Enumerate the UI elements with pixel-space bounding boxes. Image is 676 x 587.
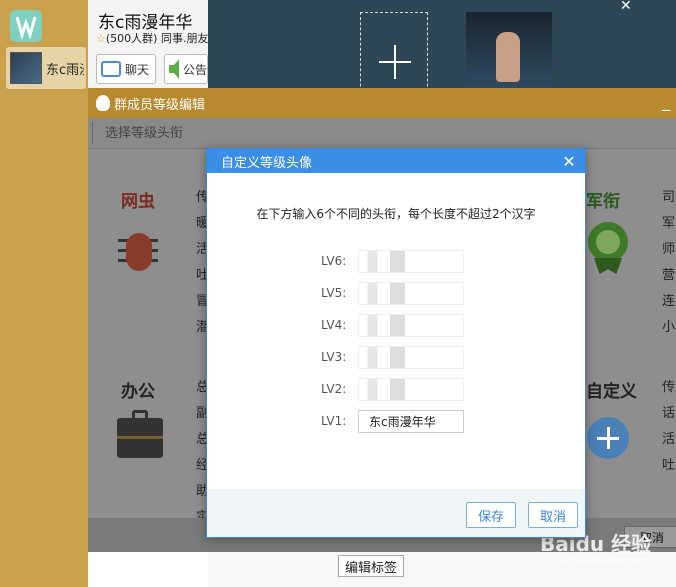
category-list-junxian: 司军师营连小 (662, 190, 676, 335)
close-icon[interactable]: ✕ (559, 151, 579, 171)
avatar (10, 52, 42, 84)
group-banner (208, 0, 676, 90)
level-label: LV4: (321, 318, 347, 332)
watermark-url: jingyan.baidu.com (555, 556, 648, 567)
category-title-wangchong[interactable]: 网虫 (121, 187, 155, 212)
qq-penguin-icon (96, 95, 110, 111)
announcement-button[interactable]: 公告 (164, 54, 208, 84)
level-row-lv4: LV4: (321, 313, 481, 337)
medal-icon (586, 222, 630, 274)
level-label: LV3: (321, 350, 347, 364)
minimize-icon[interactable]: _ (662, 92, 670, 111)
level-label: LV1: (321, 414, 347, 428)
close-icon[interactable]: ✕ (620, 0, 640, 14)
level-row-lv1: LV1: (321, 409, 481, 433)
category-title-bangong[interactable]: 办公 (121, 377, 155, 402)
level-row-lv2: LV2: (321, 377, 481, 401)
custom-level-dialog: 自定义等级头像 ✕ 在下方输入6个不同的头衔，每个长度不超过2个汉字 LV6: … (206, 148, 586, 538)
editor-title: 群成员等级编辑 (114, 97, 206, 113)
level-input-lv1[interactable] (358, 409, 464, 433)
level-input-lv6[interactable] (358, 249, 464, 273)
editor-subtitle: 选择等级头衔 (92, 122, 183, 144)
editor-titlebar: 群成员等级编辑 _ (88, 88, 676, 118)
briefcase-icon (117, 410, 163, 458)
cancel-button[interactable]: 取消 (528, 502, 578, 528)
dialog-titlebar: 自定义等级头像 ✕ (207, 149, 585, 173)
level-input-lv2[interactable] (358, 377, 464, 401)
level-input-lv5[interactable] (358, 281, 464, 305)
bottom-left-panel (88, 552, 208, 587)
level-label: LV6: (321, 254, 347, 268)
app-logo-icon[interactable] (10, 10, 42, 42)
level-input-lv3[interactable] (358, 345, 464, 369)
dialog-title: 自定义等级头像 (221, 155, 313, 171)
bug-icon (118, 225, 160, 275)
edit-tag-button[interactable]: 编辑标签 (338, 555, 404, 577)
level-input-lv4[interactable] (358, 313, 464, 337)
level-row-lv3: LV3: (321, 345, 481, 369)
category-list-custom: 传话活吐 (662, 380, 676, 473)
star-icon: ☆ (96, 32, 106, 45)
dialog-instruction: 在下方输入6个不同的头衔，每个长度不超过2个汉字 (256, 207, 536, 221)
level-label: LV5: (321, 286, 347, 300)
megaphone-icon (169, 59, 179, 79)
sidebar-chat-item[interactable]: 东c雨漫年华 (6, 47, 86, 89)
level-row-lv6: LV6: (321, 249, 481, 273)
category-title-custom[interactable]: 自定义 (586, 377, 637, 402)
chat-button[interactable]: 聊天 (96, 54, 156, 84)
add-custom-icon[interactable] (587, 417, 629, 459)
level-row-lv5: LV5: (321, 281, 481, 305)
category-title-junxian[interactable]: 军衔 (586, 187, 620, 212)
group-subtitle: ☆(500人群) 同事.朋友 (96, 32, 208, 45)
sidebar-chat-name: 东c雨漫年华 (46, 62, 84, 78)
save-button[interactable]: 保存 (466, 502, 516, 528)
chat-bubble-icon (101, 61, 121, 77)
level-label: LV2: (321, 382, 347, 396)
group-header: 东c雨漫年华 ☆(500人群) 同事.朋友 聊天 公告 (88, 0, 208, 90)
